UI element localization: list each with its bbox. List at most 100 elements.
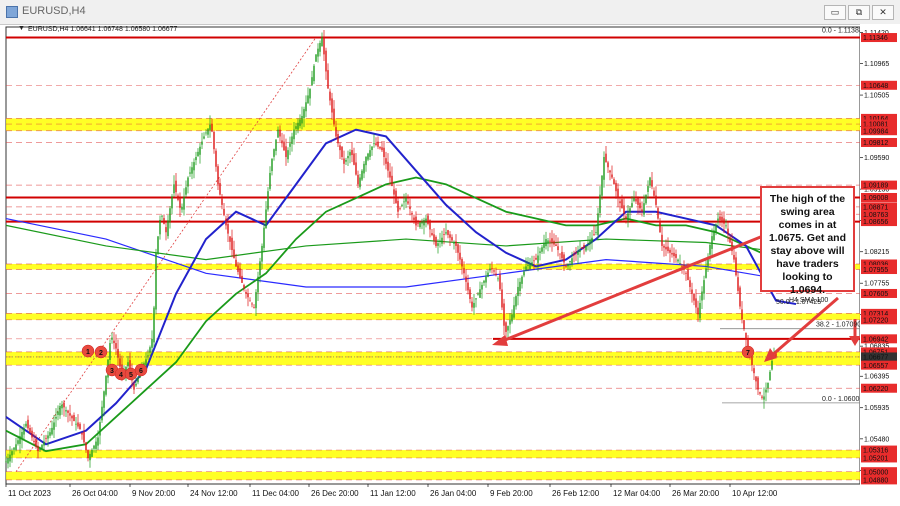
candle-body	[423, 219, 425, 226]
candle-body	[703, 280, 705, 294]
candle-body	[759, 392, 761, 394]
candle-body	[199, 146, 201, 155]
candle-body	[83, 431, 85, 443]
candle-body	[269, 172, 271, 189]
candle-body	[693, 293, 695, 301]
candle-body	[343, 158, 345, 164]
candle-body	[239, 268, 241, 278]
chart-icon	[6, 6, 18, 18]
candle-body	[437, 243, 439, 246]
candle-body	[535, 257, 537, 260]
candle-body	[59, 406, 61, 416]
candle-body	[687, 269, 689, 281]
candle-body	[433, 234, 435, 241]
candle-body	[309, 88, 311, 99]
price-tag-label: 1.04880	[863, 477, 888, 484]
candle-body	[525, 266, 527, 271]
candle-body	[607, 162, 609, 168]
candle-body	[189, 172, 191, 174]
candle-body	[439, 240, 441, 242]
candle-body	[369, 150, 371, 157]
candle-body	[713, 230, 715, 240]
candle-body	[451, 237, 453, 241]
candle-body	[449, 234, 451, 238]
candle-body	[401, 204, 403, 206]
marker-label: 1	[86, 349, 90, 356]
candle-body	[277, 129, 279, 138]
candle-body	[761, 396, 763, 398]
candle-body	[181, 206, 183, 210]
minimize-button[interactable]: ▭	[824, 5, 846, 20]
candle-body	[317, 48, 319, 57]
candle-body	[195, 156, 197, 161]
candle-body	[327, 70, 329, 89]
candle-body	[383, 147, 385, 157]
candle-body	[169, 208, 171, 222]
candle-body	[361, 170, 363, 180]
candle-body	[387, 161, 389, 171]
candle-body	[487, 272, 489, 277]
candle-body	[93, 445, 95, 449]
candle-body	[33, 440, 35, 443]
candle-body	[733, 254, 735, 260]
candle-body	[237, 265, 239, 272]
candle-body	[541, 247, 543, 252]
price-tag-label: 1.06942	[863, 336, 888, 343]
candle-body	[11, 451, 13, 456]
candle-body	[177, 195, 179, 200]
support-resistance-zone	[6, 471, 860, 480]
candle-body	[377, 141, 379, 147]
candle-body	[167, 220, 169, 237]
candle-body	[9, 454, 11, 462]
candle-body	[319, 42, 321, 52]
candle-body	[727, 228, 729, 234]
candle-body	[737, 277, 739, 291]
candle-body	[27, 419, 29, 429]
restore-button[interactable]: ⧉	[848, 5, 870, 20]
candle-body	[109, 343, 111, 360]
candle-body	[425, 218, 427, 222]
candle-body	[565, 265, 567, 267]
candle-body	[261, 245, 263, 262]
candle-body	[545, 239, 547, 247]
candle-body	[755, 376, 757, 382]
candle-body	[357, 174, 359, 185]
price-tag-label: 1.08656	[863, 219, 888, 226]
candle-body	[223, 208, 225, 216]
candle-body	[69, 413, 71, 416]
candle-body	[7, 458, 9, 464]
candle-body	[407, 201, 409, 204]
candle-body	[557, 246, 559, 251]
candle-body	[333, 108, 335, 125]
candle-body	[263, 227, 265, 248]
candle-body	[397, 200, 399, 212]
candle-body	[311, 77, 313, 86]
symbol-info: EURUSD,H4 1.06641 1.06748 1.06580 1.0667…	[28, 26, 178, 33]
candle-body	[325, 50, 327, 72]
candle-body	[85, 442, 87, 451]
y-tick-label: 1.06395	[864, 374, 889, 381]
candle-body	[113, 340, 115, 344]
x-tick-label: 11 Dec 04:00	[252, 489, 300, 498]
candle-body	[549, 240, 551, 242]
candle-body	[105, 375, 107, 395]
candle-body	[615, 182, 617, 192]
candle-body	[329, 91, 331, 101]
candle-body	[385, 158, 387, 164]
candle-body	[201, 141, 203, 145]
candle-body	[183, 197, 185, 210]
candle-body	[507, 326, 509, 331]
candle-body	[341, 146, 343, 157]
candle-body	[241, 275, 243, 283]
candle-body	[589, 240, 591, 245]
candle-body	[391, 175, 393, 187]
candle-body	[389, 171, 391, 178]
candle-body	[715, 224, 717, 233]
candle-body	[717, 218, 719, 221]
candle-body	[539, 251, 541, 253]
close-button[interactable]: ✕	[872, 5, 894, 20]
candle-body	[235, 259, 237, 267]
candle-body	[331, 98, 333, 113]
window-title: EURUSD,H4	[22, 5, 86, 17]
candle-body	[641, 209, 643, 212]
